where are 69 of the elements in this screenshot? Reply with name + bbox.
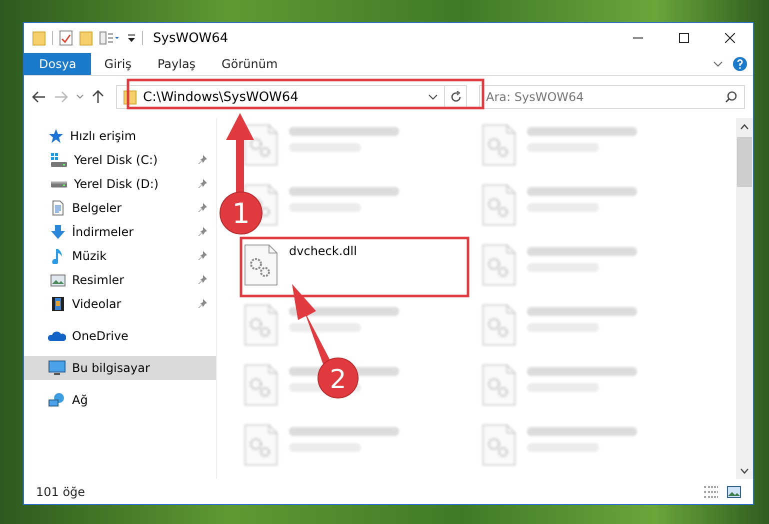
file-name[interactable]: dvcheck.dll	[289, 244, 357, 259]
refresh-icon[interactable]	[450, 91, 462, 103]
ribbon-tab[interactable]: Görünüm	[208, 53, 291, 75]
sidebar-item[interactable]: Yerel Disk (D:)	[24, 172, 216, 196]
pin-icon[interactable]	[198, 227, 208, 237]
file-gear-icon	[244, 364, 278, 406]
file-gear-icon	[482, 424, 516, 466]
file-gear-icon	[244, 244, 278, 286]
scrollbar[interactable]	[736, 118, 753, 479]
dropdown-icon[interactable]	[127, 33, 136, 43]
back-button[interactable]	[32, 91, 46, 103]
film-icon	[50, 296, 66, 312]
sidebar-item[interactable]: İndirmeler	[24, 220, 216, 244]
pin-icon[interactable]	[198, 179, 208, 189]
download-arrow-icon	[50, 224, 66, 240]
chevron-down-icon[interactable]	[713, 61, 723, 67]
up-button[interactable]	[92, 90, 104, 104]
star-icon	[48, 128, 64, 144]
sidebar-item[interactable]: Yerel Disk (C:)	[24, 148, 216, 172]
properties-icon[interactable]	[99, 31, 121, 45]
scroll-down-icon[interactable]	[740, 468, 749, 474]
address-field[interactable]: C:\Windows\SysWOW64	[116, 85, 467, 109]
pin-icon[interactable]	[198, 251, 208, 261]
recent-dropdown-button[interactable]	[76, 94, 84, 100]
ribbon-tab[interactable]: Giriş	[91, 53, 144, 75]
sidebar-item[interactable]: Resimler	[24, 268, 216, 292]
file-gear-icon	[482, 364, 516, 406]
step-badge: 1	[220, 192, 262, 234]
pin-icon[interactable]	[198, 275, 208, 285]
ribbon-tab[interactable]: Paylaş	[144, 53, 209, 75]
help-icon[interactable]	[733, 57, 747, 71]
file-gear-icon	[482, 184, 516, 226]
checklist-icon[interactable]	[59, 30, 73, 46]
file-gear-icon	[244, 304, 278, 346]
file-gear-icon	[244, 424, 278, 466]
search-icon	[725, 91, 737, 103]
sidebar-item[interactable]: Bu bilgisayar	[24, 356, 216, 380]
computer-icon	[48, 360, 66, 376]
caret-icon[interactable]	[428, 94, 438, 100]
file-gear-icon	[482, 244, 516, 286]
scrollbar-thumb[interactable]	[737, 137, 752, 187]
sidebar-item[interactable]: Belgeler	[24, 196, 216, 220]
close-icon[interactable]	[725, 33, 735, 43]
document-icon	[50, 200, 66, 216]
sidebar-item[interactable]: Hızlı erişim	[24, 124, 216, 148]
file-gear-icon	[482, 304, 516, 346]
sidebar-item[interactable]: OneDrive	[24, 324, 216, 348]
drive-icon	[50, 152, 68, 168]
sidebar-item[interactable]: Videolar	[24, 292, 216, 316]
details-view-icon[interactable]	[703, 486, 719, 498]
sidebar-item[interactable]: Müzik	[24, 244, 216, 268]
scroll-up-icon[interactable]	[740, 124, 749, 130]
item-count: 101 öğe	[36, 484, 86, 498]
window-title: SysWOW64	[153, 30, 228, 46]
step-badge: 2	[318, 358, 358, 398]
sidebar-item[interactable]: Ağ	[24, 388, 216, 412]
drive-icon	[50, 180, 68, 188]
pin-icon[interactable]	[198, 299, 208, 309]
file-gear-icon	[482, 124, 516, 166]
pin-icon[interactable]	[198, 155, 208, 165]
picture-icon	[50, 272, 66, 288]
maximize-icon[interactable]	[679, 33, 689, 43]
cloud-icon	[48, 329, 66, 343]
file-gear-icon	[244, 124, 278, 166]
search-field[interactable]: Ara: SysWOW64	[479, 85, 745, 109]
network-icon	[48, 392, 66, 408]
pin-icon[interactable]	[198, 203, 208, 213]
thumbnail-view-icon[interactable]	[727, 486, 741, 498]
ribbon-tab[interactable]: Dosya	[24, 53, 92, 75]
